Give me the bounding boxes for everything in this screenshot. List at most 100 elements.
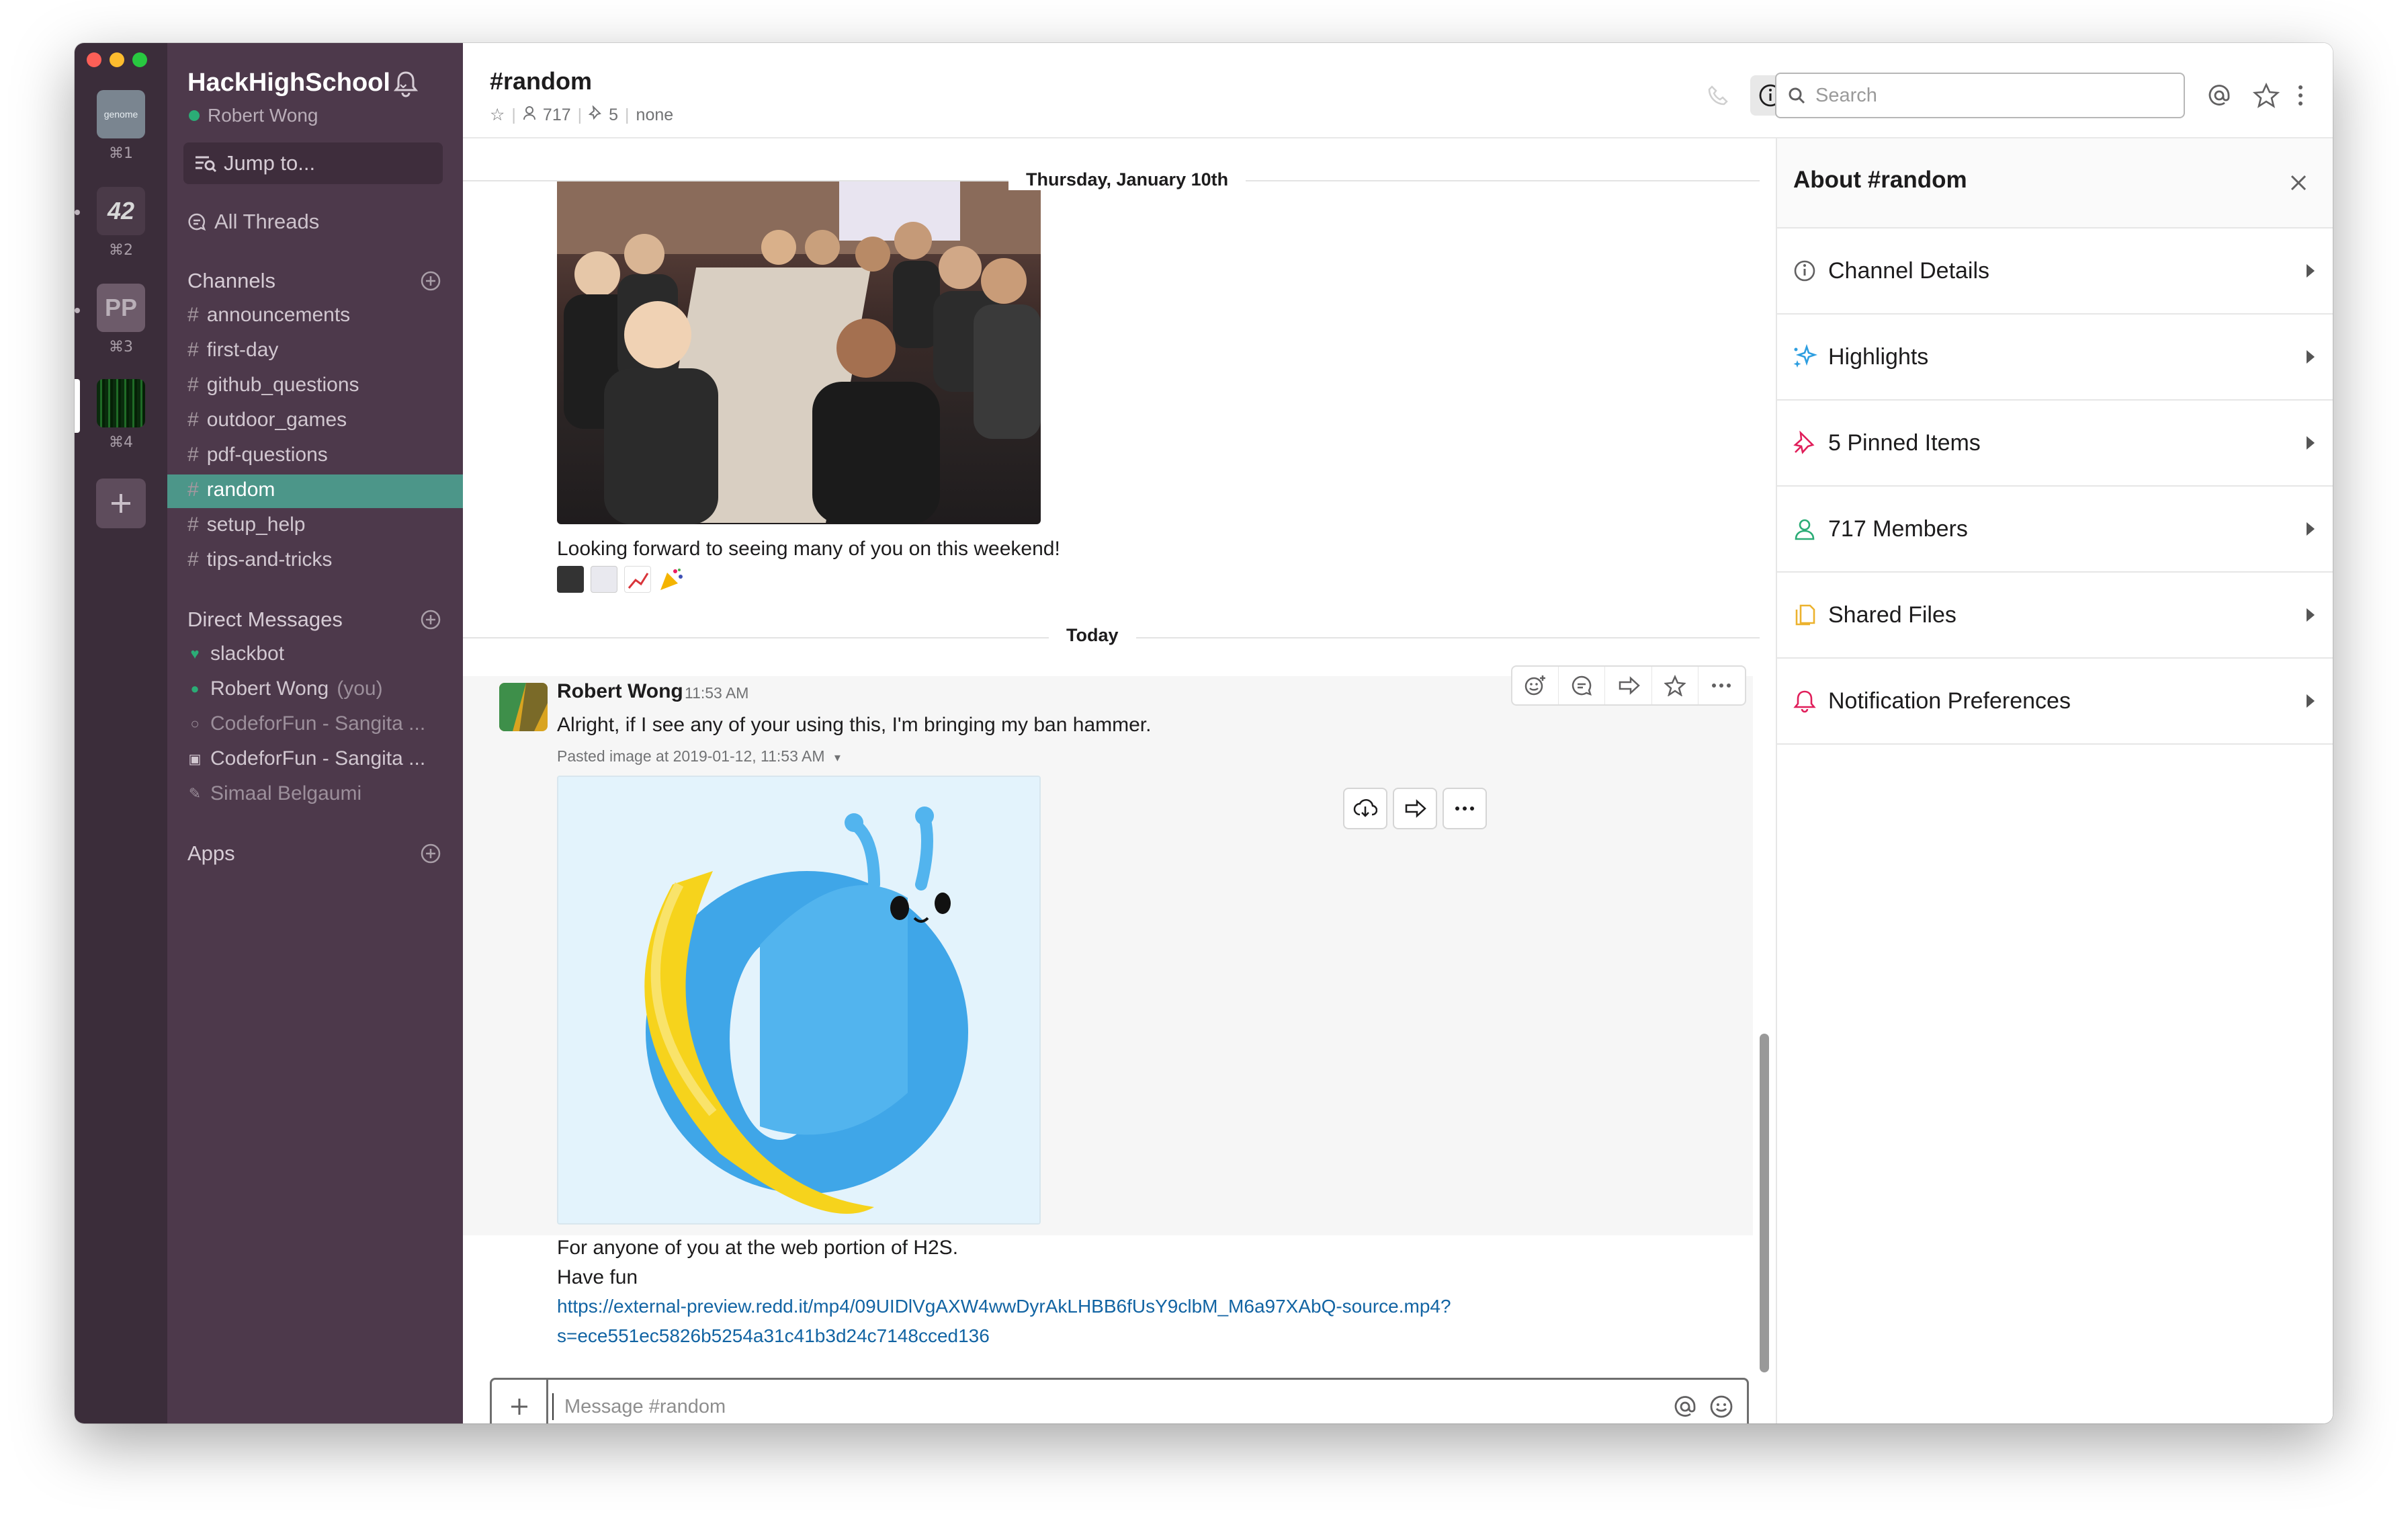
phone-icon[interactable] [1703,81,1733,110]
members-item[interactable]: 717 Members [1777,487,2333,573]
add-reaction-button[interactable] [1512,667,1559,704]
dm-codeforfun-2[interactable]: ▣ CodeforFun - Sangita ... [187,747,426,770]
shared-files-item[interactable]: Shared Files [1777,573,2333,659]
search-icon [1789,87,1805,104]
group-photo-image[interactable] [557,180,1041,524]
more-horizontal-icon [1712,684,1731,688]
message-link[interactable]: s=ece551ec5826b5254a31c41b3d24c7148cced1… [557,1325,990,1347]
message-list[interactable]: Thursday, January 10th Looking forward t… [463,138,1776,1372]
dm-robert-wong[interactable]: ● Robert Wong (you) [187,677,383,700]
pencil-icon: ✎ [188,785,202,802]
app-window: genome ⌘1 42 ⌘2 PP ⌘3 ⌘4 HackHighSchool [75,43,2333,1423]
sidebar-channel-outdoor-games[interactable]: # outdoor_games [187,409,347,431]
share-message-button[interactable] [1605,667,1652,704]
mentions-icon[interactable] [2204,81,2234,110]
party-popper-emoji-icon[interactable] [658,566,685,593]
all-threads-link[interactable]: All Threads [187,210,319,234]
channel-details-label: Channel Details [1828,257,1990,284]
computer-emoji-icon[interactable] [557,566,584,593]
hash-icon: # [187,339,199,361]
sidebar-channel-pdf-questions[interactable]: # pdf-questions [187,444,328,466]
channel-label: setup_help [206,513,306,536]
member-count[interactable]: 717 [543,106,571,125]
dm-slackbot[interactable]: ♥ slackbot [187,643,284,665]
snail-image[interactable] [557,776,1041,1225]
search-input[interactable]: Search [1775,73,2185,118]
channel-topic[interactable]: none [636,106,674,125]
attachment-title[interactable]: Pasted image at 2019-01-12, 11:53 AM ▾ [557,747,841,766]
more-actions-button[interactable] [1698,667,1745,704]
divider: | [625,105,630,124]
attach-button[interactable] [492,1380,548,1423]
jump-to-button[interactable]: Jump to... [183,142,443,184]
add-app-icon[interactable] [420,843,441,864]
image-actions-toolbar [1343,788,1487,829]
close-icon[interactable] [2285,169,2312,196]
dm-label: slackbot [210,643,285,665]
emoji-icon[interactable] [1708,1393,1735,1420]
message-author[interactable]: Robert Wong [557,680,683,703]
channel-header: #random ☆ | 717 | 5 | none Search [463,43,2333,138]
highlights-item[interactable]: Highlights [1777,315,2333,401]
caret-down-icon[interactable]: ▾ [834,751,841,764]
thread-icon [1572,675,1592,696]
team-name: HackHighSchool [187,69,390,97]
starred-items-icon[interactable] [2251,81,2281,110]
sidebar-channel-first-day[interactable]: # first-day [187,339,278,362]
details-pane-header: About #random [1777,138,2333,229]
share-image-button[interactable] [1393,788,1437,829]
dm-label: Robert Wong [210,677,329,700]
message-link[interactable]: https://external-preview.redd.it/mp4/09U… [557,1296,1451,1317]
more-horizontal-icon [1455,806,1474,811]
dm-simaal-belgaumi[interactable]: ✎ Simaal Belgaumi [187,782,361,805]
highlights-label: Highlights [1828,343,1929,370]
channel-title[interactable]: #random [490,67,592,95]
image-more-button[interactable] [1443,788,1487,829]
sidebar-channel-announcements[interactable]: # announcements [187,304,350,327]
add-channel-icon[interactable] [420,270,441,292]
sidebar-channel-github-questions[interactable]: # github_questions [187,374,359,397]
notifications-bell-icon[interactable] [390,69,421,99]
message-composer: Message #random [490,1378,1749,1423]
start-thread-button[interactable] [1559,667,1606,704]
download-button[interactable] [1343,788,1387,829]
channel-meta: ☆ | 717 | 5 | none [490,104,674,125]
sidebar-channel-tips-and-tricks[interactable]: # tips-and-tricks [187,548,332,571]
you-suffix: (you) [337,677,383,700]
message-text: Looking forward to seeing many of you on… [557,538,1060,560]
dm-label: CodeforFun - Sangita ... [210,747,426,770]
chart-up-emoji-icon[interactable] [624,566,651,593]
divider: | [577,105,583,124]
star-message-button[interactable] [1652,667,1698,704]
sidebar-channel-random[interactable]: # random [187,479,275,501]
message-timestamp[interactable]: 11:53 AM [685,684,748,702]
channel-label: announcements [206,304,351,326]
sidebar-channel-setup-help[interactable]: # setup_help [187,513,305,536]
mention-icon[interactable] [1672,1393,1698,1420]
add-dm-icon[interactable] [420,609,441,630]
pinned-items-item[interactable]: 5 Pinned Items [1777,401,2333,487]
channels-header[interactable]: Channels [187,269,275,293]
channel-label: outdoor_games [206,409,347,431]
current-user[interactable]: Robert Wong [189,105,318,126]
notification-preferences-item[interactable]: Notification Preferences [1777,659,2333,745]
channel-details-item[interactable]: Channel Details [1777,229,2333,315]
apps-header[interactable]: Apps [187,841,235,866]
presence-dot-icon [189,110,200,121]
team-switcher[interactable]: HackHighSchool ⌄ [187,69,409,97]
star-icon[interactable]: ☆ [490,105,505,125]
pin-icon [1791,429,1819,457]
direct-messages-header[interactable]: Direct Messages [187,608,343,632]
sparkle-icon [1791,343,1819,371]
message-scrollbar[interactable] [1760,1034,1769,1372]
dm-codeforfun-1[interactable]: ○ CodeforFun - Sangita ... [187,712,425,735]
pin-icon [588,104,602,125]
avatar[interactable] [499,683,548,731]
threads-icon [188,213,206,231]
more-vertical-icon[interactable] [2290,81,2311,110]
notification-preferences-label: Notification Preferences [1828,688,2071,714]
message-input[interactable]: Message #random [552,1393,1672,1420]
dm-label: CodeforFun - Sangita ... [210,712,426,735]
notepad-emoji-icon[interactable] [591,566,617,593]
pin-count[interactable]: 5 [609,106,618,125]
